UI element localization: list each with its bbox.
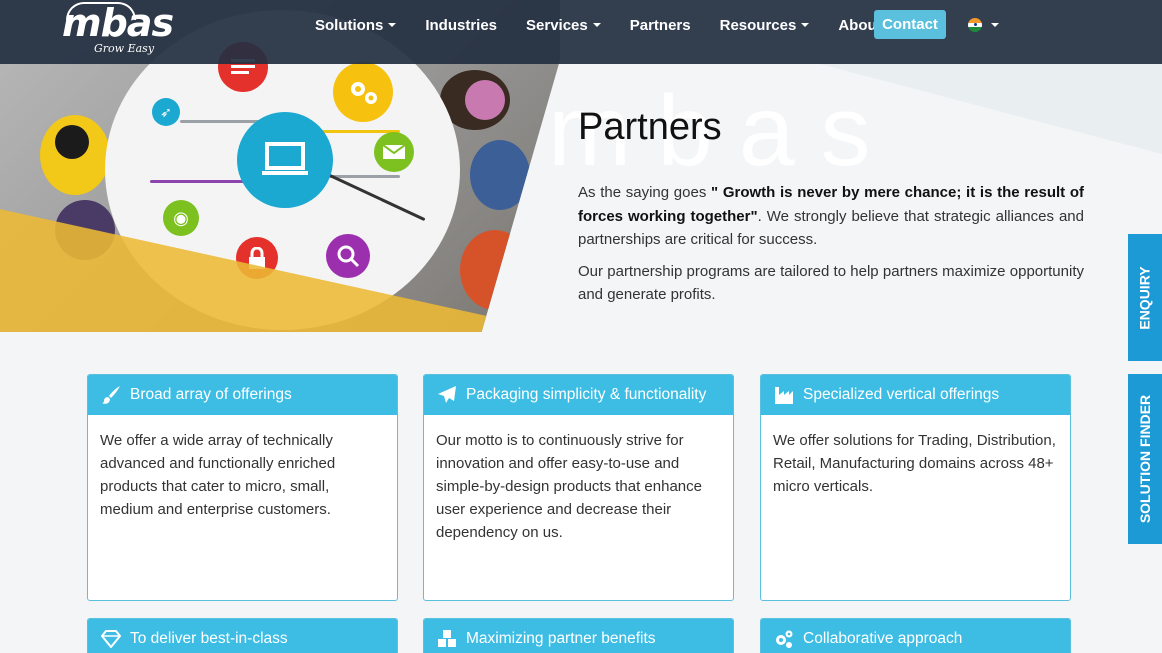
nav-label: Partners <box>629 16 691 34</box>
main-nav: Solutions Industries Services Partners R… <box>315 0 924 50</box>
intro-paragraph: As the saying goes " Growth is never by … <box>578 181 1084 252</box>
card-title: Specialized vertical offerings <box>803 386 1000 403</box>
paper-plane-icon <box>436 385 458 405</box>
search-illustration-icon <box>326 234 370 278</box>
feature-card: Packaging simplicity & functionality Our… <box>423 374 734 601</box>
caret-down-icon <box>388 23 397 27</box>
card-header: Broad array of offerings <box>88 375 397 415</box>
enquiry-label: ENQUIRY <box>1137 265 1153 330</box>
nav-services[interactable]: Services <box>526 17 601 34</box>
diamond-icon <box>100 629 122 649</box>
nav-label: Resources <box>719 16 797 34</box>
person-figure <box>470 140 530 210</box>
page-title: Partners <box>578 106 722 148</box>
india-flag-icon[interactable] <box>968 18 982 32</box>
nav-label: Industries <box>425 16 498 34</box>
paintbrush-icon <box>100 385 122 405</box>
card-title: Collaborative approach <box>803 630 963 647</box>
solution-finder-label: SOLUTION FINDER <box>1137 394 1153 524</box>
cubes-icon <box>436 629 458 649</box>
card-header: Specialized vertical offerings <box>761 375 1070 415</box>
logo[interactable]: mbas Grow Easy <box>62 2 174 55</box>
person-figure <box>460 230 530 310</box>
gears-icon <box>773 629 795 649</box>
nav-resources[interactable]: Resources <box>720 17 810 34</box>
laptop-icon <box>237 112 333 208</box>
feature-card: Maximizing partner benefits <box>423 618 734 653</box>
logo-tagline: Grow Easy <box>94 42 155 55</box>
wifi-icon: ◉ <box>163 200 199 236</box>
card-header: Maximizing partner benefits <box>424 619 733 653</box>
enquiry-tab[interactable]: ENQUIRY <box>1128 234 1162 361</box>
person-figure <box>465 80 505 120</box>
card-body: We offer a wide array of technically adv… <box>100 432 336 518</box>
card-title: Maximizing partner benefits <box>466 630 656 647</box>
industry-icon <box>773 385 795 405</box>
intro-paragraph-2: Our partnership programs are tailored to… <box>578 262 1084 304</box>
card-header: To deliver best-in-class <box>88 619 397 653</box>
feature-card: Collaborative approach <box>760 618 1071 653</box>
mail-icon <box>374 132 414 172</box>
contact-button[interactable]: Contact <box>874 10 946 39</box>
nav-solutions[interactable]: Solutions <box>315 16 397 34</box>
cloud-icon <box>66 2 136 20</box>
card-header: Packaging simplicity & functionality <box>424 375 733 415</box>
solution-finder-tab[interactable]: SOLUTION FINDER <box>1128 374 1162 544</box>
gears-illustration-icon <box>333 62 393 122</box>
rocket-icon: ➶ <box>152 98 180 126</box>
feature-card: Broad array of offerings We offer a wide… <box>87 374 398 601</box>
nav-partners[interactable]: Partners <box>630 17 691 34</box>
card-header: Collaborative approach <box>761 619 1070 653</box>
card-body: We offer solutions for Trading, Distribu… <box>773 432 1056 495</box>
person-figure <box>55 125 89 159</box>
feature-card: Specialized vertical offerings We offer … <box>760 374 1071 601</box>
intro-prefix: As the saying goes <box>578 184 712 201</box>
caret-down-icon <box>801 23 810 27</box>
card-title: To deliver best-in-class <box>130 630 288 647</box>
nav-label: Solutions <box>315 16 384 34</box>
card-title: Broad array of offerings <box>130 386 292 403</box>
hero-intro: As the saying goes " Growth is never by … <box>578 181 1084 315</box>
nav-industries[interactable]: Industries <box>425 17 497 34</box>
language-caret-icon[interactable] <box>991 23 999 27</box>
caret-down-icon <box>592 23 601 27</box>
card-body: Our motto is to continuously strive for … <box>436 432 702 541</box>
card-title: Packaging simplicity & functionality <box>466 386 707 403</box>
navbar: mbas Grow Easy Solutions Industries Serv… <box>0 0 1162 64</box>
nav-label: Services <box>526 16 588 34</box>
feature-card: To deliver best-in-class <box>87 618 398 653</box>
